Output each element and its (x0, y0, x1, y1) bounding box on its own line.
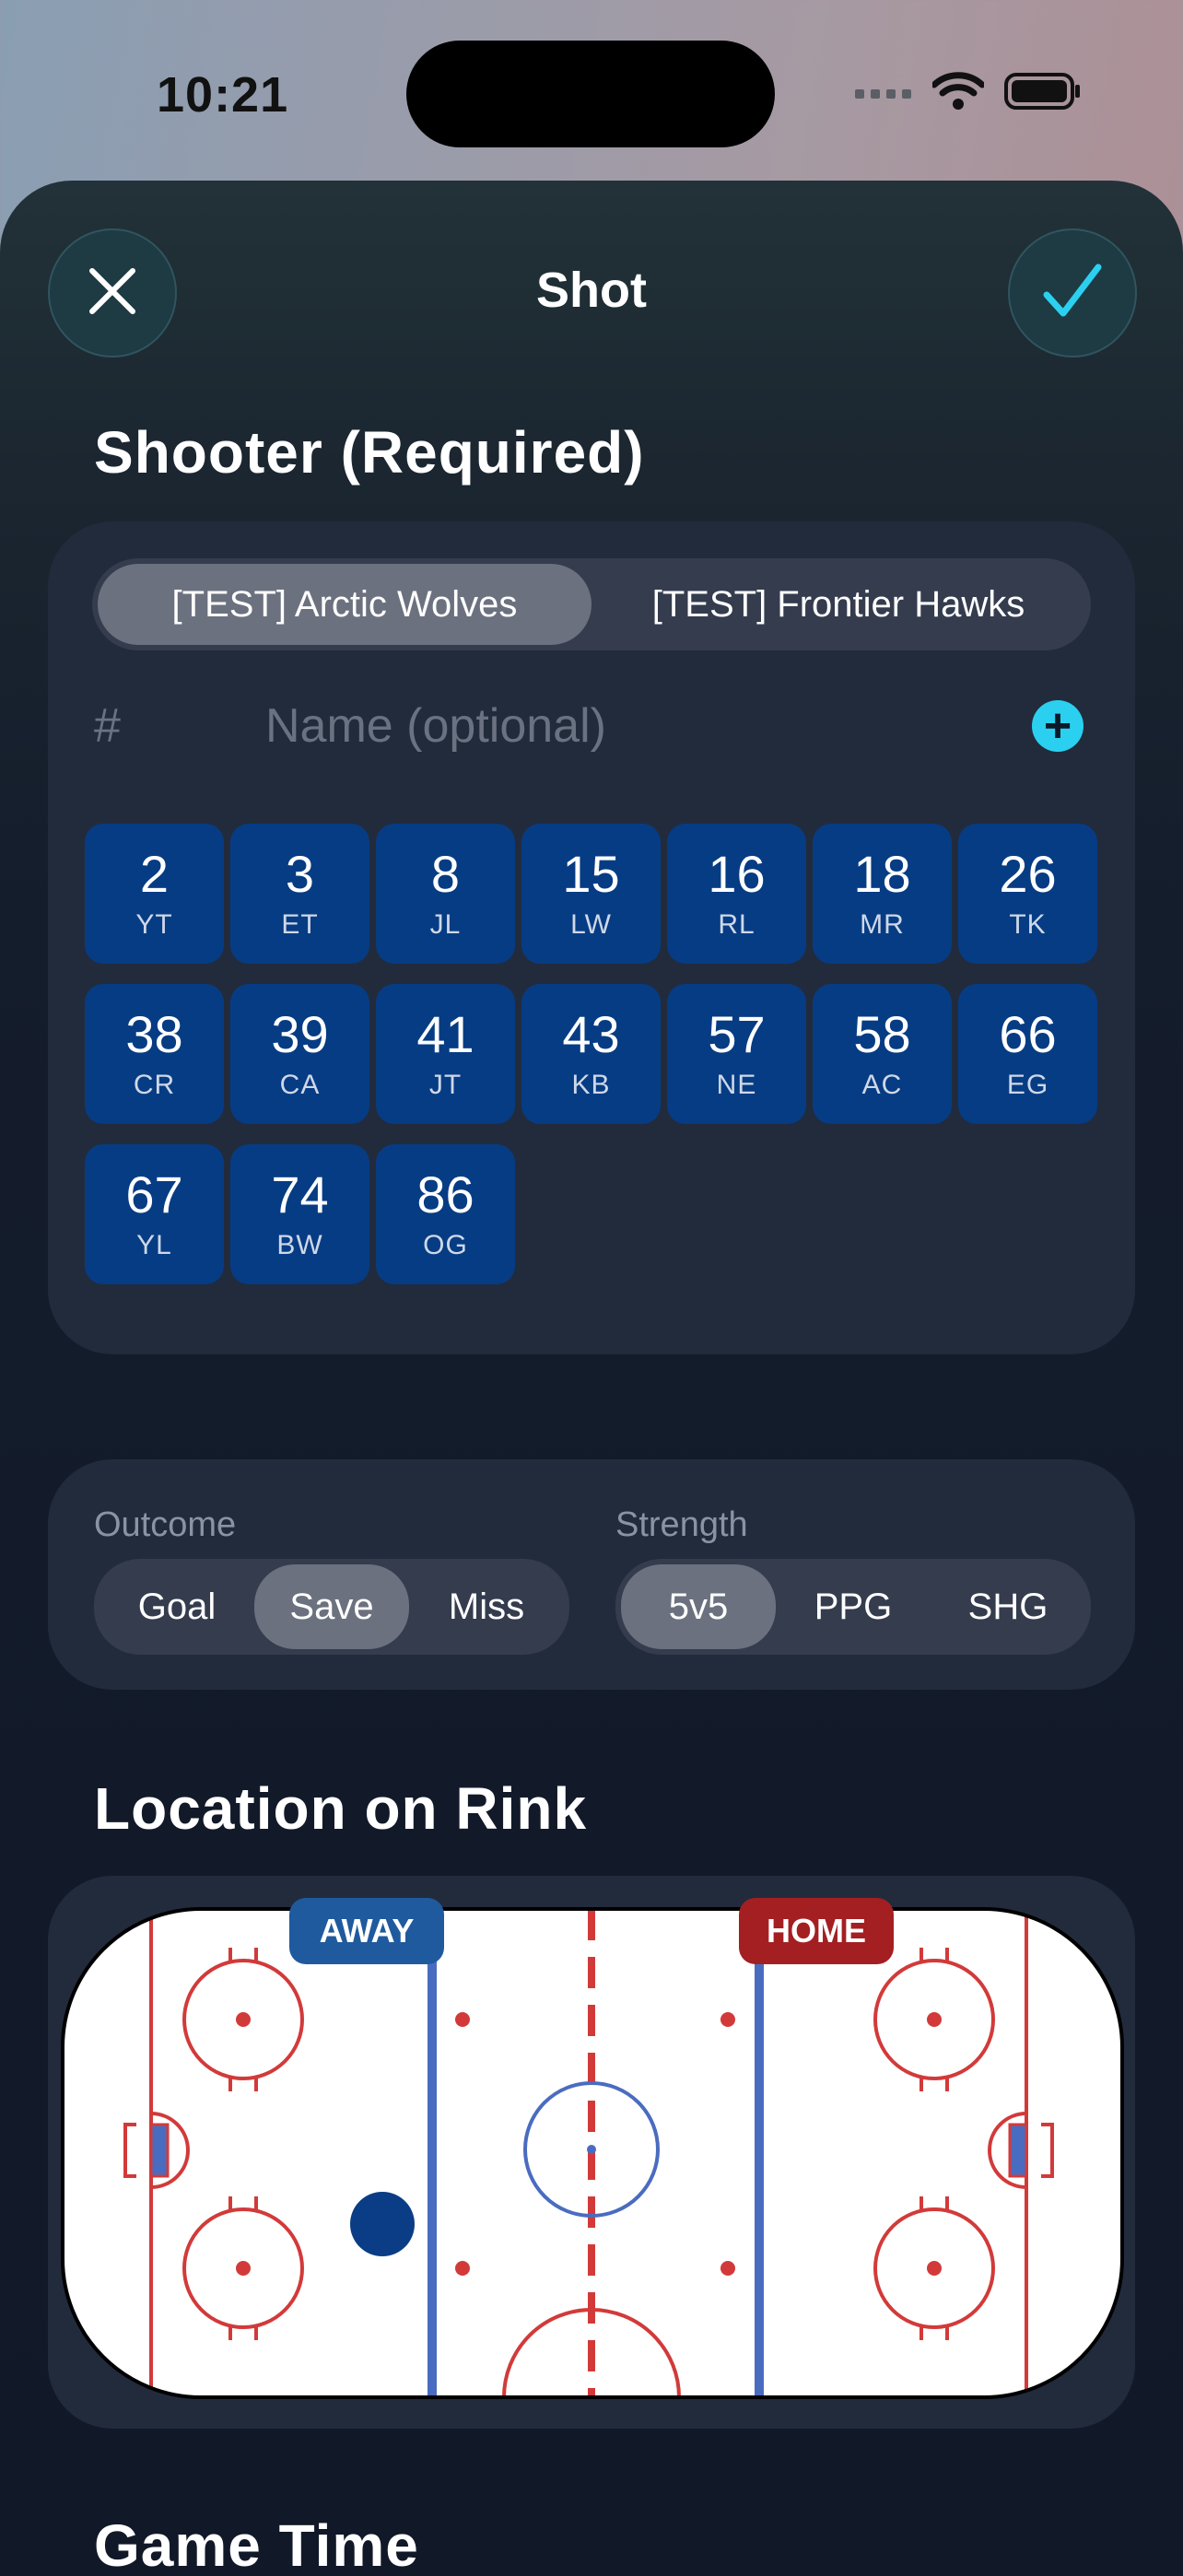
player-initials: JL (429, 909, 462, 940)
battery-icon (1004, 72, 1082, 115)
player-initials: RL (718, 909, 755, 940)
player-button[interactable]: 67 YL (85, 1144, 224, 1284)
strength-option-shg[interactable]: SHG (931, 1564, 1085, 1649)
strength-segmented-control: 5v5 PPG SHG (615, 1559, 1091, 1655)
player-button[interactable]: 39 CA (230, 984, 369, 1124)
shot-location-marker (350, 2192, 415, 2256)
team-option-frontier-hawks[interactable]: [TEST] Frontier Hawks (592, 564, 1085, 645)
rink-diagram[interactable] (48, 1876, 1135, 2429)
player-initials: YT (135, 909, 173, 940)
team-segmented-control: [TEST] Arctic Wolves [TEST] Frontier Haw… (92, 558, 1091, 650)
player-initials: TK (1009, 909, 1047, 940)
player-initials: YL (136, 1230, 172, 1260)
outcome-strength-card: Outcome Strength Goal Save Miss 5v5 PPG … (48, 1459, 1135, 1690)
player-number: 3 (285, 845, 315, 903)
player-initials: JT (428, 1070, 463, 1100)
player-number: 67 (125, 1165, 183, 1224)
player-button[interactable]: 15 LW (521, 824, 661, 964)
player-button[interactable]: 57 NE (667, 984, 806, 1124)
status-bar: 10:21 (0, 0, 1183, 184)
player-button[interactable]: 66 EG (958, 984, 1097, 1124)
player-initials: AC (861, 1070, 903, 1100)
outcome-option-save[interactable]: Save (254, 1564, 409, 1649)
outcome-option-miss[interactable]: Miss (409, 1564, 564, 1649)
player-number: 66 (999, 1005, 1057, 1063)
player-button[interactable]: 3 ET (230, 824, 369, 964)
plus-icon: + (1043, 699, 1072, 753)
status-time: 10:21 (157, 67, 289, 123)
shooter-entry-row: # Name (optional) + (94, 678, 1089, 770)
shot-sheet: Shot Shooter (Required) [TEST] Arctic Wo… (0, 181, 1183, 2576)
outcome-segmented-control: Goal Save Miss (94, 1559, 569, 1655)
home-label: HOME (739, 1898, 894, 1964)
player-initials: ET (281, 909, 319, 940)
name-field[interactable]: Name (optional) (265, 698, 606, 754)
player-number: 39 (271, 1005, 329, 1063)
add-player-button[interactable]: + (1032, 700, 1083, 752)
player-button[interactable]: 86 OG (376, 1144, 515, 1284)
player-number: 15 (562, 845, 620, 903)
outcome-label: Outcome (94, 1505, 237, 1544)
player-button[interactable]: 16 RL (667, 824, 806, 964)
player-number: 57 (708, 1005, 766, 1063)
player-button[interactable]: 58 AC (813, 984, 952, 1124)
player-number: 26 (999, 845, 1057, 903)
checkmark-icon (1043, 263, 1102, 323)
player-initials: LW (570, 909, 612, 940)
strength-label: Strength (615, 1505, 748, 1544)
player-number: 41 (416, 1005, 474, 1063)
player-initials: BW (276, 1230, 323, 1260)
confirm-button[interactable] (1008, 228, 1137, 357)
strength-option-5v5[interactable]: 5v5 (621, 1564, 776, 1649)
player-button[interactable]: 38 CR (85, 984, 224, 1124)
game-time-heading: Game Time (94, 2512, 419, 2576)
dynamic-island (406, 41, 775, 147)
player-number: 8 (430, 845, 461, 903)
player-initials: OG (423, 1230, 468, 1260)
player-initials: NE (716, 1070, 757, 1100)
player-initials: KB (571, 1070, 611, 1100)
player-number: 86 (416, 1165, 474, 1224)
player-button[interactable]: 2 YT (85, 824, 224, 964)
player-initials: CR (133, 1070, 176, 1100)
player-number: 16 (708, 845, 766, 903)
player-number: 38 (125, 1005, 183, 1063)
wifi-icon (931, 72, 986, 115)
player-initials: EG (1006, 1070, 1049, 1100)
player-button[interactable]: 74 BW (230, 1144, 369, 1284)
player-button[interactable]: 26 TK (958, 824, 1097, 964)
player-number: 43 (562, 1005, 620, 1063)
away-label: AWAY (289, 1898, 444, 1964)
location-heading: Location on Rink (94, 1775, 588, 1842)
player-number: 18 (853, 845, 911, 903)
sheet-title: Shot (536, 263, 647, 318)
shooter-heading: Shooter (Required) (94, 419, 645, 486)
player-initials: MR (860, 909, 905, 940)
player-number: 2 (139, 845, 170, 903)
player-button[interactable]: 43 KB (521, 984, 661, 1124)
player-number: 74 (271, 1165, 329, 1224)
player-button[interactable]: 41 JT (376, 984, 515, 1124)
status-icons (855, 72, 1082, 115)
number-field[interactable]: # (94, 698, 121, 754)
rink-card: AWAY HOME (48, 1876, 1135, 2429)
team-option-arctic-wolves[interactable]: [TEST] Arctic Wolves (98, 564, 592, 645)
outcome-option-goal[interactable]: Goal (100, 1564, 254, 1649)
player-button[interactable]: 18 MR (813, 824, 952, 964)
player-button[interactable]: 8 JL (376, 824, 515, 964)
strength-option-ppg[interactable]: PPG (776, 1564, 931, 1649)
shooter-card: [TEST] Arctic Wolves [TEST] Frontier Haw… (48, 521, 1135, 1354)
player-grid: 2 YT 3 ET 8 JL 15 LW 16 RL 18 MR 26 TK 38 CR 39 CA 41 JT 43 K… (85, 824, 1098, 1284)
cellular-signal-icon (855, 82, 912, 105)
player-number: 58 (853, 1005, 911, 1063)
player-initials: CA (279, 1070, 321, 1100)
